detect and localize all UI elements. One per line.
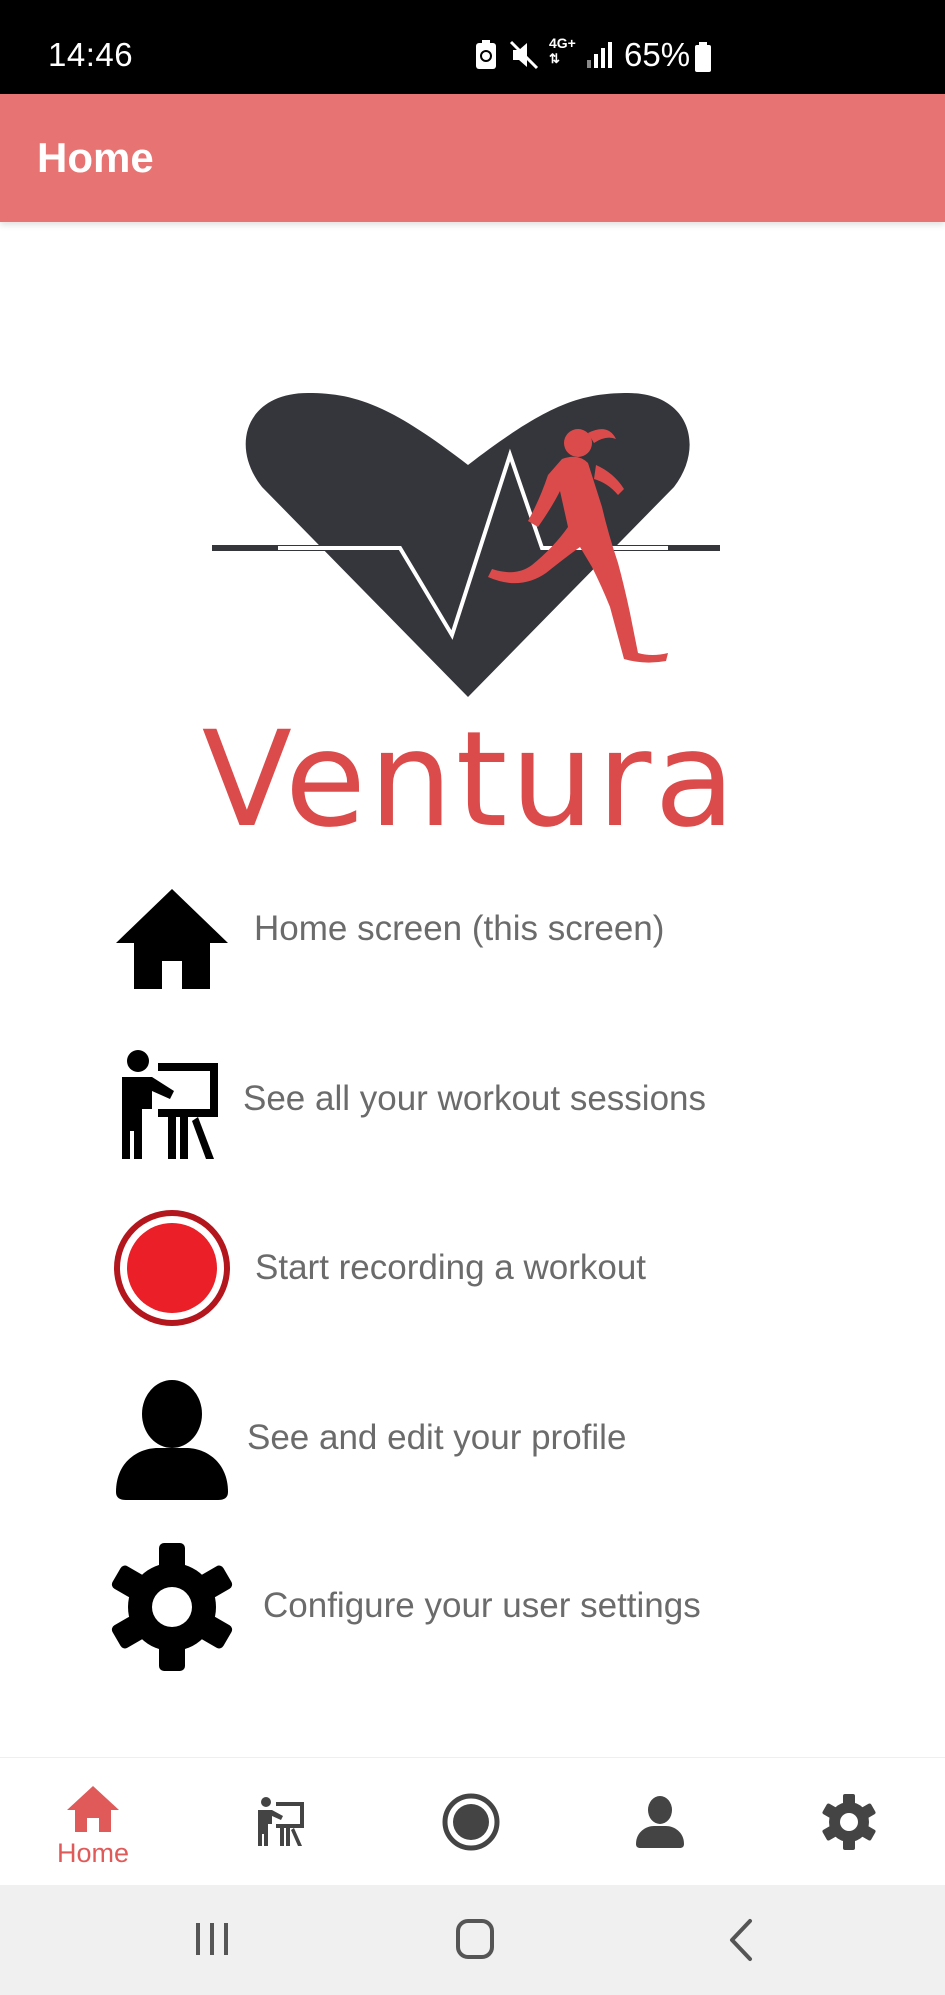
- home-circle-icon[interactable]: [446, 1915, 506, 1965]
- home-icon: [67, 1786, 119, 1832]
- nav-item-home-label: Home: [56, 1838, 130, 1868]
- feature-settings-label: Configure your user settings: [263, 1586, 701, 1625]
- home-icon: [116, 889, 228, 989]
- nav-item-settings[interactable]: [774, 1758, 924, 1886]
- gear-icon: [111, 1543, 233, 1671]
- battery-percentage: 65%: [624, 36, 691, 73]
- nav-item-record[interactable]: [396, 1758, 546, 1886]
- app-logo: Ventura: [200, 385, 740, 857]
- back-icon[interactable]: [712, 1915, 772, 1965]
- system-navigation-bar: [0, 1885, 945, 1995]
- nav-item-home[interactable]: Home: [18, 1758, 168, 1886]
- recents-icon[interactable]: [182, 1915, 242, 1965]
- feature-record-workout[interactable]: Start recording a workout: [108, 1204, 868, 1334]
- app-bar: Home: [0, 94, 945, 222]
- heart-runner-logo-icon: [212, 393, 720, 697]
- person-icon: [636, 1796, 684, 1848]
- feature-workout-sessions[interactable]: See all your workout sessions: [108, 1035, 868, 1165]
- nav-item-profile[interactable]: [585, 1758, 735, 1886]
- network-type-label: 4G+: [549, 35, 576, 51]
- nav-item-workout-sessions[interactable]: [207, 1758, 357, 1886]
- bottom-navigation: Home: [0, 1757, 945, 1886]
- feature-home[interactable]: Home screen (this screen): [108, 865, 868, 995]
- feature-record-workout-label: Start recording a workout: [255, 1248, 647, 1287]
- brand-name: Ventura: [201, 703, 739, 857]
- presentation-icon: [122, 1050, 218, 1159]
- mute-icon: [509, 40, 539, 70]
- network-type-icon: 4G+ ⇅: [549, 35, 576, 67]
- record-icon: [114, 1210, 230, 1326]
- status-bar: 14:46 4G+ ⇅ 65%: [0, 0, 945, 94]
- page-title: Home: [37, 134, 154, 181]
- feature-profile[interactable]: See and edit your profile: [108, 1374, 868, 1504]
- signal-icon: [587, 42, 612, 68]
- battery-saver-icon: [476, 40, 496, 69]
- feature-home-label: Home screen (this screen): [254, 909, 665, 948]
- person-icon: [116, 1380, 228, 1500]
- battery-icon: [695, 42, 711, 72]
- feature-settings[interactable]: Configure your user settings: [108, 1542, 868, 1672]
- gear-icon: [822, 1794, 876, 1850]
- record-icon: [442, 1793, 500, 1851]
- feature-profile-label: See and edit your profile: [247, 1418, 627, 1457]
- presentation-icon: [258, 1797, 304, 1846]
- feature-workout-sessions-label: See all your workout sessions: [243, 1079, 706, 1118]
- status-time: 14:46: [48, 36, 134, 73]
